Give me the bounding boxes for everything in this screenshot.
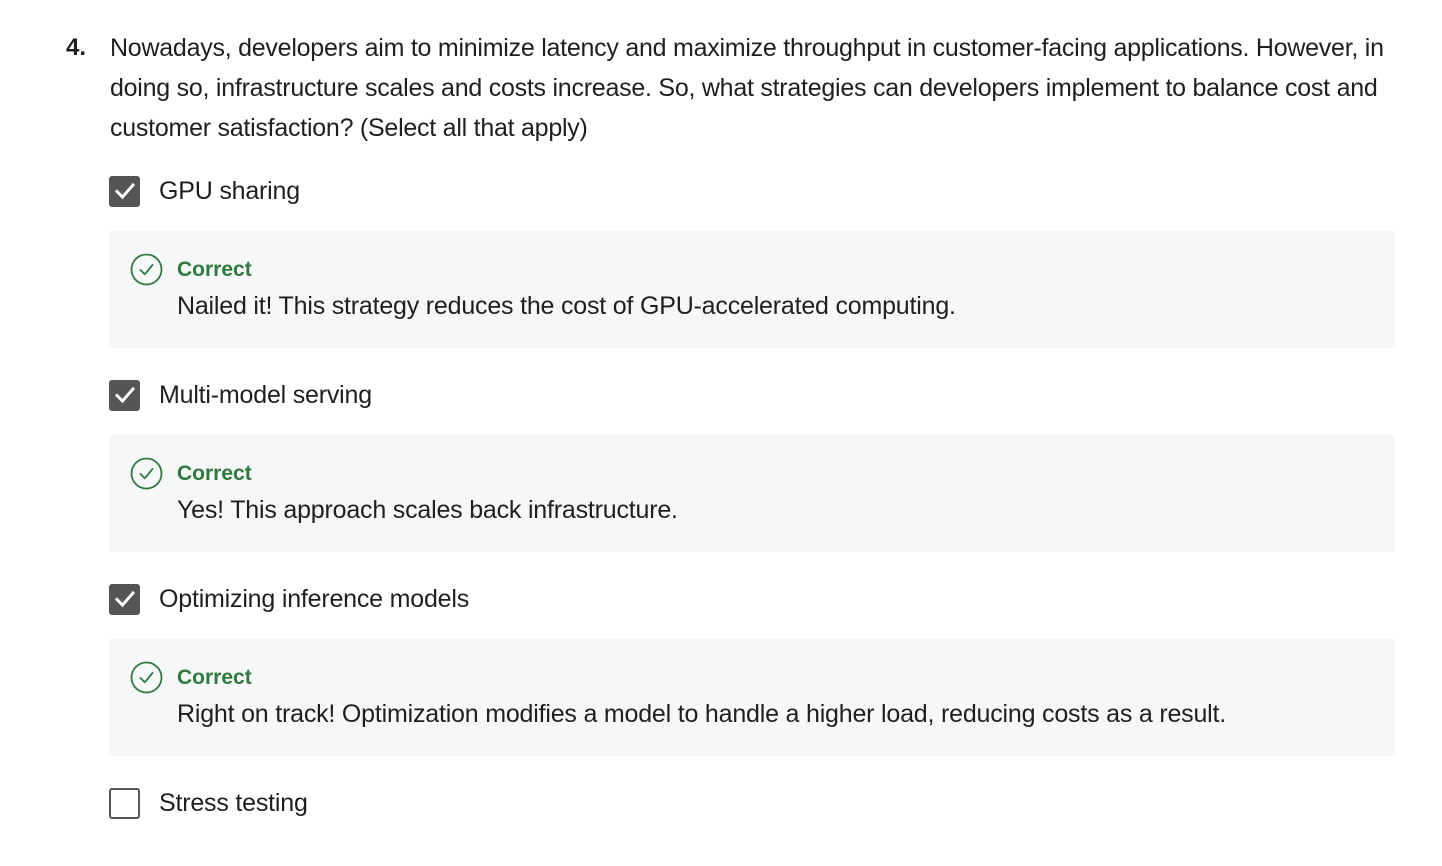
checkbox-checked[interactable]: [109, 379, 140, 411]
answer-options: GPU sharing Correct Nailed it! This stra…: [109, 170, 1395, 824]
feedback-message: Yes! This approach scales back infrastru…: [177, 496, 678, 524]
feedback-message: Right on track! Optimization modifies a …: [177, 700, 1227, 728]
option-label: GPU sharing: [159, 176, 300, 205]
checkmark-icon: [114, 386, 135, 404]
option-optimizing-inference-models[interactable]: Optimizing inference models: [109, 578, 1395, 620]
check-circle-icon: [130, 253, 163, 286]
checkmark-icon: [114, 590, 135, 608]
question-number: 4.: [66, 34, 87, 61]
option-stress-testing[interactable]: Stress testing: [109, 782, 1395, 824]
checkbox-checked[interactable]: [109, 583, 140, 615]
checkbox-unchecked[interactable]: [109, 787, 140, 819]
check-circle-icon: [130, 457, 163, 490]
feedback-box: Correct Nailed it! This strategy reduces…: [109, 231, 1395, 348]
option-gpu-sharing[interactable]: GPU sharing: [109, 170, 1395, 212]
option-label: Stress testing: [159, 788, 308, 817]
feedback-box: Correct Right on track! Optimization mod…: [109, 639, 1395, 756]
checkbox-checked[interactable]: [109, 175, 140, 207]
feedback-status: Correct: [177, 666, 252, 689]
feedback-status: Correct: [177, 258, 252, 281]
check-circle-icon: [130, 661, 163, 694]
option-label: Optimizing inference models: [159, 584, 470, 613]
feedback-message: Nailed it! This strategy reduces the cos…: [177, 292, 956, 320]
question-text: Nowadays, developers aim to minimize lat…: [110, 34, 1384, 142]
option-multi-model-serving[interactable]: Multi-model serving: [109, 374, 1395, 416]
feedback-box: Correct Yes! This approach scales back i…: [109, 435, 1395, 552]
feedback-status: Correct: [177, 462, 252, 485]
checkmark-icon: [114, 182, 135, 200]
option-label: Multi-model serving: [159, 380, 372, 409]
